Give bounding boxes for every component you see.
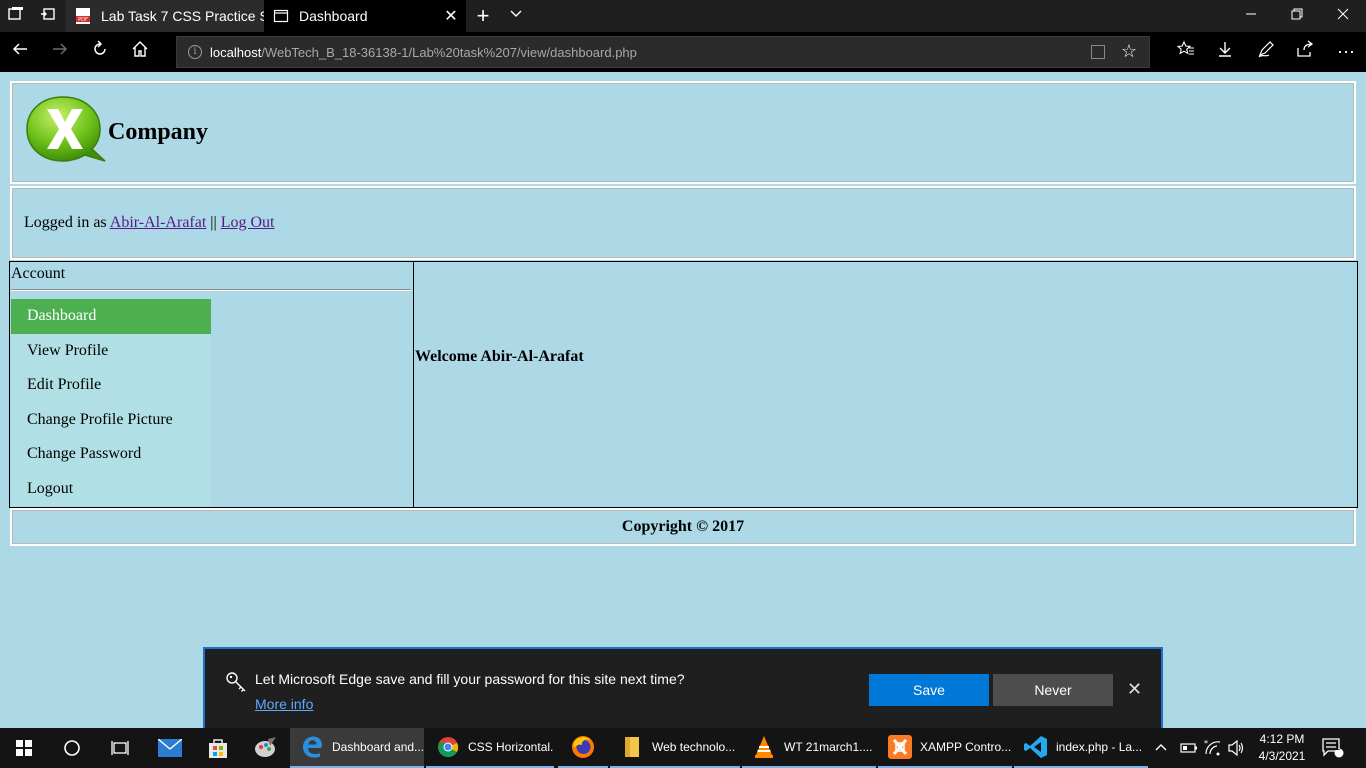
sidebar-item-change-password[interactable]: Change Password: [11, 437, 211, 472]
more-info-link[interactable]: More info: [255, 696, 313, 712]
xampp-icon: [888, 735, 912, 759]
mail-icon[interactable]: [146, 728, 194, 768]
sidebar-item-view-profile[interactable]: View Profile: [11, 334, 211, 369]
clock[interactable]: 4:12 PM 4/3/2021: [1252, 731, 1312, 765]
restore-icon[interactable]: [1274, 0, 1320, 32]
taskbar-app-label: WT 21march1....: [784, 740, 873, 754]
login-separator: ||: [206, 214, 221, 231]
welcome-message: Welcome Abir-Al-Arafat: [415, 348, 584, 365]
chevron-down-icon[interactable]: [496, 0, 536, 32]
close-window-icon[interactable]: [1320, 0, 1366, 32]
minimize-icon[interactable]: [1228, 0, 1274, 32]
home-icon[interactable]: [128, 40, 152, 64]
more-icon[interactable]: ⋯: [1334, 40, 1358, 64]
tab-lab-task[interactable]: PDF Lab Task 7 CSS Practice SP2: [66, 0, 264, 32]
password-save-prompt: Let Microsoft Edge save and fill your pa…: [203, 647, 1163, 728]
favorite-star-icon[interactable]: ☆: [1121, 41, 1137, 62]
taskbar-app-label: XAMPP Contro...: [920, 740, 1012, 754]
forward-icon[interactable]: [48, 40, 72, 64]
browser-nav-bar: i localhost/WebTech_B_18-36138-1/Lab%20t…: [0, 32, 1366, 72]
tab-title: Dashboard: [299, 8, 368, 24]
url-path: /WebTech_B_18-36138-1/Lab%20task%207/vie…: [261, 44, 637, 60]
tray-chevron-icon[interactable]: [1154, 728, 1168, 768]
taskbar-app-firefox[interactable]: [558, 728, 608, 768]
back-icon[interactable]: [8, 40, 32, 64]
logout-link[interactable]: Log Out: [221, 214, 275, 231]
info-icon[interactable]: i: [188, 45, 202, 59]
main-layout-table: Account Dashboard View Profile Edit Prof…: [9, 261, 1358, 508]
tab-title: Lab Task 7 CSS Practice SP2: [101, 8, 264, 24]
username-link[interactable]: Abir-Al-Arafat: [110, 214, 207, 231]
company-logo: [26, 96, 106, 162]
sidebar-item-dashboard[interactable]: Dashboard: [11, 299, 211, 334]
page-icon: [273, 9, 289, 23]
header: Company: [10, 81, 1356, 184]
wifi-icon[interactable]: *: [1204, 728, 1222, 768]
folder-icon: [620, 735, 644, 759]
clock-time: 4:12 PM: [1259, 732, 1305, 746]
tab-dashboard[interactable]: Dashboard ✕: [264, 0, 466, 32]
paint-icon[interactable]: [242, 728, 290, 768]
taskbar-app-label: CSS Horizontal...: [468, 740, 554, 754]
taskbar-app-edge[interactable]: Dashboard and...: [290, 728, 424, 768]
pen-icon[interactable]: [1254, 40, 1278, 64]
url-host: localhost: [210, 44, 262, 60]
taskbar-app-label: index.php - La...: [1056, 740, 1143, 754]
sidebar: Account Dashboard View Profile Edit Prof…: [10, 262, 414, 507]
edge-icon: [300, 735, 324, 759]
share-icon[interactable]: [1293, 40, 1317, 64]
sidebar-item-logout[interactable]: Logout: [11, 472, 211, 507]
key-icon: [226, 672, 246, 692]
taskbar-app-explorer[interactable]: Web technolo...: [610, 728, 740, 768]
taskbar-app-vscode[interactable]: index.php - La...: [1014, 728, 1148, 768]
prompt-message: Let Microsoft Edge save and fill your pa…: [255, 671, 685, 687]
clock-date: 4/3/2021: [1258, 749, 1306, 763]
copyright-text: Copyright © 2017: [621, 518, 745, 535]
browser-tab-bar: PDF Lab Task 7 CSS Practice SP2 Dashboar…: [0, 0, 1366, 32]
reading-view-icon[interactable]: [1091, 45, 1105, 59]
taskbar-app-label: Web technolo...: [652, 740, 736, 754]
sidebar-menu: Dashboard View Profile Edit Profile Chan…: [11, 299, 211, 506]
favorites-list-icon[interactable]: [1174, 40, 1198, 64]
pdf-icon: PDF: [76, 8, 90, 24]
taskbar-app-xampp[interactable]: XAMPP Contro...: [878, 728, 1012, 768]
battery-icon[interactable]: [1180, 728, 1198, 768]
refresh-icon[interactable]: [88, 40, 112, 64]
taskbar: Dashboard and... CSS Horizontal... Web t…: [0, 728, 1366, 768]
volume-icon[interactable]: [1228, 728, 1246, 768]
taskbar-app-chrome[interactable]: CSS Horizontal...: [426, 728, 554, 768]
svg-text:PDF: PDF: [78, 17, 88, 23]
never-button[interactable]: Never: [993, 674, 1113, 706]
task-view-icon[interactable]: [96, 728, 144, 768]
sidebar-item-change-profile-picture[interactable]: Change Profile Picture: [11, 403, 211, 438]
main-content: Welcome Abir-Al-Arafat: [415, 262, 1357, 507]
set-aside-tabs-icon[interactable]: [6, 6, 26, 26]
download-icon[interactable]: [1213, 40, 1237, 64]
search-icon[interactable]: [48, 728, 96, 768]
tab-preview-icon[interactable]: [38, 6, 58, 26]
login-text: Logged in as Abir-Al-Arafat || Log Out: [24, 214, 274, 232]
vscode-icon: [1024, 735, 1048, 759]
taskbar-app-vlc[interactable]: WT 21march1....: [742, 728, 876, 768]
address-bar[interactable]: i localhost/WebTech_B_18-36138-1/Lab%20t…: [176, 36, 1150, 68]
vlc-icon: [752, 735, 776, 759]
taskbar-app-label: Dashboard and...: [332, 740, 424, 754]
page-content: Company Logged in as Abir-Al-Arafat || L…: [0, 72, 1366, 728]
login-status: Logged in as Abir-Al-Arafat || Log Out: [10, 186, 1356, 260]
save-password-button[interactable]: Save: [869, 674, 989, 706]
store-icon[interactable]: [194, 728, 242, 768]
notifications-icon[interactable]: 1: [1322, 728, 1344, 768]
windows-start-icon[interactable]: [0, 728, 48, 768]
firefox-icon: [571, 735, 595, 759]
sidebar-title: Account: [11, 265, 66, 282]
company-name: Company: [108, 119, 209, 145]
footer: Copyright © 2017: [10, 508, 1356, 546]
chrome-icon: [436, 735, 460, 759]
divider: [11, 289, 411, 291]
sidebar-item-edit-profile[interactable]: Edit Profile: [11, 368, 211, 403]
login-prefix: Logged in as: [24, 214, 110, 231]
svg-text:*: *: [1204, 740, 1208, 748]
notification-count: 1: [1335, 742, 1341, 752]
close-prompt-icon[interactable]: ✕: [1127, 679, 1142, 700]
